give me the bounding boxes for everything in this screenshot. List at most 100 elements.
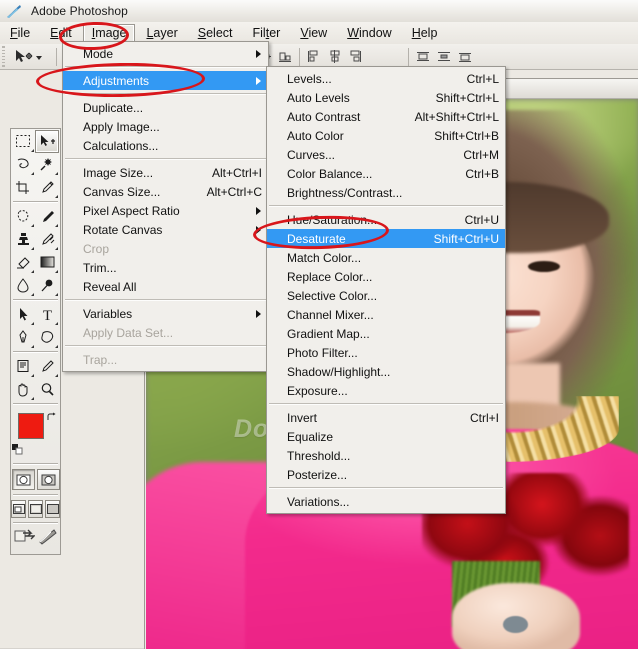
menu-item-brightness-contrast[interactable]: Brightness/Contrast... — [267, 183, 505, 202]
menu-item-label: Crop — [83, 242, 109, 256]
submenu-arrow-icon — [256, 226, 261, 234]
full-screen-mode-button[interactable] — [45, 500, 60, 518]
menu-item-image-size[interactable]: Image Size... Alt+Ctrl+I — [63, 163, 268, 182]
align-horizontal-centers-icon[interactable] — [327, 49, 343, 64]
menu-item-levels[interactable]: Levels... Ctrl+L — [267, 69, 505, 88]
menu-item-replace-color[interactable]: Replace Color... — [267, 267, 505, 286]
menu-edit[interactable]: Edit — [41, 24, 81, 43]
menu-item-label: Duplicate... — [83, 101, 143, 115]
magic-wand-tool[interactable] — [35, 153, 59, 176]
menu-item-channel-mixer[interactable]: Channel Mixer... — [267, 305, 505, 324]
align-bottom-edges-icon[interactable] — [277, 49, 293, 64]
menu-item-mode[interactable]: Mode — [63, 44, 268, 63]
menu-item-canvas-size[interactable]: Canvas Size... Alt+Ctrl+C — [63, 182, 268, 201]
menu-item-selective-color[interactable]: Selective Color... — [267, 286, 505, 305]
blur-tool[interactable] — [11, 274, 35, 297]
menu-item-calculations[interactable]: Calculations... — [63, 136, 268, 155]
default-colors-icon[interactable] — [12, 442, 23, 453]
crop-tool[interactable] — [11, 176, 35, 199]
menu-item-gradient-map[interactable]: Gradient Map... — [267, 324, 505, 343]
rectangular-marquee-tool[interactable] — [11, 130, 35, 153]
horizontal-type-tool[interactable]: T — [35, 303, 59, 326]
foreground-color-swatch[interactable] — [18, 413, 44, 439]
custom-shape-tool[interactable] — [35, 326, 59, 349]
history-brush-tool[interactable] — [35, 228, 59, 251]
zoom-tool[interactable] — [35, 378, 59, 401]
menu-item-label: Apply Data Set... — [83, 326, 173, 340]
menu-item-label: Curves... — [287, 148, 335, 162]
adjustments-submenu[interactable]: Levels... Ctrl+L Auto Levels Shift+Ctrl+… — [266, 66, 506, 514]
menu-item-shadow-highlight[interactable]: Shadow/Highlight... — [267, 362, 505, 381]
menu-filter[interactable]: Filter — [244, 24, 290, 43]
gradient-tool[interactable] — [35, 251, 59, 274]
menu-item-apply-image[interactable]: Apply Image... — [63, 117, 268, 136]
menu-item-equalize[interactable]: Equalize — [267, 427, 505, 446]
pen-tool[interactable] — [11, 326, 35, 349]
menu-item-auto-color[interactable]: Auto Color Shift+Ctrl+B — [267, 126, 505, 145]
menu-item-match-color[interactable]: Match Color... — [267, 248, 505, 267]
menu-item-variations[interactable]: Variations... — [267, 492, 505, 511]
menu-window[interactable]: Window — [338, 24, 400, 43]
menu-item-desaturate[interactable]: Desaturate Shift+Ctrl+U — [267, 229, 505, 248]
distribute-top-edges-icon[interactable] — [415, 49, 431, 64]
eyedropper-alt-tool[interactable] — [35, 355, 59, 378]
edit-in-imageready-icon[interactable] — [37, 528, 58, 550]
distribute-buttons-group — [415, 49, 473, 64]
menu-select[interactable]: Select — [189, 24, 242, 43]
eyedropper-tool[interactable] — [35, 176, 59, 199]
move-tool[interactable] — [35, 130, 59, 153]
move-tool-icon — [13, 48, 33, 66]
path-selection-tool[interactable] — [11, 303, 35, 326]
menu-layer[interactable]: Layer — [137, 24, 186, 43]
menu-view[interactable]: View — [291, 24, 336, 43]
menu-help[interactable]: Help — [403, 24, 447, 43]
menu-item-invert[interactable]: Invert Ctrl+I — [267, 408, 505, 427]
distribute-vertical-centers-icon[interactable] — [436, 49, 452, 64]
menu-item-threshold[interactable]: Threshold... — [267, 446, 505, 465]
menu-item-hue-saturation[interactable]: Hue/Saturation... Ctrl+U — [267, 210, 505, 229]
menu-item-exposure[interactable]: Exposure... — [267, 381, 505, 400]
menu-item-shortcut: Shift+Ctrl+U — [416, 232, 499, 246]
menu-item-trap: Trap... — [63, 350, 268, 369]
standard-mode-button[interactable] — [12, 469, 35, 490]
align-right-edges-icon[interactable] — [348, 49, 364, 64]
tool-preset-picker[interactable] — [7, 48, 50, 66]
menu-item-auto-contrast[interactable]: Auto Contrast Alt+Shift+Ctrl+L — [267, 107, 505, 126]
menu-item-rotate-canvas[interactable]: Rotate Canvas — [63, 220, 268, 239]
swap-colors-icon[interactable] — [46, 410, 57, 421]
lasso-tool[interactable] — [11, 153, 35, 176]
options-bar-grip[interactable] — [0, 44, 7, 69]
healing-brush-tool[interactable] — [11, 205, 35, 228]
menu-item-duplicate[interactable]: Duplicate... — [63, 98, 268, 117]
chevron-down-icon[interactable] — [35, 48, 44, 66]
notes-tool[interactable] — [11, 355, 35, 378]
distribute-bottom-edges-icon[interactable] — [457, 49, 473, 64]
menu-item-posterize[interactable]: Posterize... — [267, 465, 505, 484]
menu-item-shortcut: Ctrl+B — [447, 167, 499, 181]
brush-tool[interactable] — [35, 205, 59, 228]
menu-item-color-balance[interactable]: Color Balance... Ctrl+B — [267, 164, 505, 183]
full-screen-with-menubar-button[interactable] — [28, 500, 43, 518]
menu-file[interactable]: File — [1, 24, 39, 43]
dodge-tool[interactable] — [35, 274, 59, 297]
menu-item-pixel-aspect-ratio[interactable]: Pixel Aspect Ratio — [63, 201, 268, 220]
hand-tool[interactable] — [11, 378, 35, 401]
menu-item-trim[interactable]: Trim... — [63, 258, 268, 277]
menu-item-label: Auto Levels — [287, 91, 350, 105]
menu-item-label: Match Color... — [287, 251, 361, 265]
jump-to-imageready-icon[interactable] — [14, 528, 35, 550]
image-dropdown-menu[interactable]: Mode Adjustments Duplicate... Apply Imag… — [62, 41, 269, 372]
menu-separator — [65, 93, 266, 95]
eraser-tool[interactable] — [11, 251, 35, 274]
menu-item-reveal-all[interactable]: Reveal All — [63, 277, 268, 296]
menu-item-variables[interactable]: Variables — [63, 304, 268, 323]
align-left-edges-icon[interactable] — [306, 49, 322, 64]
menu-item-photo-filter[interactable]: Photo Filter... — [267, 343, 505, 362]
menu-item-auto-levels[interactable]: Auto Levels Shift+Ctrl+L — [267, 88, 505, 107]
quick-mask-mode-button[interactable] — [37, 469, 60, 490]
menu-item-curves[interactable]: Curves... Ctrl+M — [267, 145, 505, 164]
clone-stamp-tool[interactable] — [11, 228, 35, 251]
standard-screen-mode-button[interactable] — [11, 500, 26, 518]
menu-image[interactable]: Image — [83, 24, 136, 43]
menu-item-adjustments[interactable]: Adjustments — [63, 71, 268, 90]
